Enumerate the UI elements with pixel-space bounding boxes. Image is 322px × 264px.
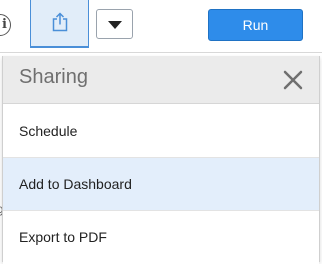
info-icon-glyph: i — [2, 17, 7, 32]
sharing-panel: Sharing Schedule Add to Dashboard Export… — [2, 56, 320, 264]
share-export-icon — [52, 12, 68, 32]
info-icon[interactable]: i — [0, 14, 11, 36]
close-button[interactable] — [281, 68, 305, 92]
toolbar-divider — [0, 52, 322, 53]
menu-item-export-to-pdf[interactable]: Export to PDF — [3, 211, 319, 264]
menu-item-label: Schedule — [19, 123, 78, 139]
options-dropdown-button[interactable] — [96, 9, 133, 39]
toolbar: i Run — [0, 0, 322, 52]
sharing-panel-header: Sharing — [3, 56, 319, 104]
menu-item-label: Export to PDF — [19, 229, 107, 245]
close-icon — [283, 70, 303, 90]
menu-item-schedule[interactable]: Schedule — [3, 105, 319, 158]
panel-title: Sharing — [19, 66, 88, 88]
menu-item-label: Add to Dashboard — [19, 176, 132, 192]
menu-item-add-to-dashboard[interactable]: Add to Dashboard — [3, 158, 319, 211]
run-button[interactable]: Run — [208, 9, 303, 41]
caret-down-icon — [108, 21, 122, 29]
share-button[interactable] — [30, 0, 89, 48]
